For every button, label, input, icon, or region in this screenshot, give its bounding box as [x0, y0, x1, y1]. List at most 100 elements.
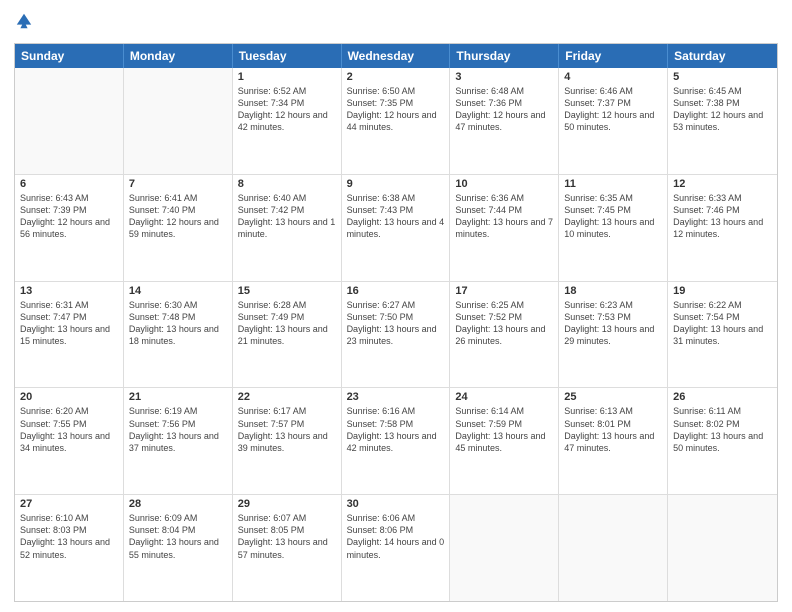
calendar-cell: 26 Sunrise: 6:11 AM Sunset: 8:02 PM Dayli… — [668, 388, 777, 494]
cell-info: Sunrise: 6:40 AM Sunset: 7:42 PM Dayligh… — [238, 192, 336, 241]
cell-info: Sunrise: 6:09 AM Sunset: 8:04 PM Dayligh… — [129, 512, 227, 561]
calendar-row-0: 1Sunrise: 6:52 AM Sunset: 7:34 PM Daylig… — [15, 68, 777, 175]
calendar-cell: 4 Sunrise: 6:46 AM Sunset: 7:37 PM Daylig… — [559, 68, 668, 174]
calendar-row-4: 27 Sunrise: 6:10 AM Sunset: 8:03 PM Dayli… — [15, 495, 777, 601]
cell-info: Sunrise: 6:31 AM Sunset: 7:47 PM Dayligh… — [20, 299, 118, 348]
calendar-cell: 9 Sunrise: 6:38 AM Sunset: 7:43 PM Daylig… — [342, 175, 451, 281]
cell-info: Sunrise: 6:13 AM Sunset: 8:01 PM Dayligh… — [564, 405, 662, 454]
calendar-row-1: 6 Sunrise: 6:43 AM Sunset: 7:39 PM Daylig… — [15, 175, 777, 282]
cell-info: Sunrise: 6:33 AM Sunset: 7:46 PM Dayligh… — [673, 192, 772, 241]
cell-info: Sunrise: 6:25 AM Sunset: 7:52 PM Dayligh… — [455, 299, 553, 348]
day-number: 8 — [238, 178, 336, 190]
day-number: 5 — [673, 71, 772, 83]
calendar-cell: 6 Sunrise: 6:43 AM Sunset: 7:39 PM Daylig… — [15, 175, 124, 281]
calendar-cell: 5 Sunrise: 6:45 AM Sunset: 7:38 PM Daylig… — [668, 68, 777, 174]
calendar-cell: 23 Sunrise: 6:16 AM Sunset: 7:58 PM Dayli… — [342, 388, 451, 494]
cell-info: Sunrise: 6:07 AM Sunset: 8:05 PM Dayligh… — [238, 512, 336, 561]
day-number: 23 — [347, 391, 445, 403]
cell-info: Sunrise: 6:16 AM Sunset: 7:58 PM Dayligh… — [347, 405, 445, 454]
day-number: 29 — [238, 498, 336, 510]
cell-info: Sunrise: 6:27 AM Sunset: 7:50 PM Dayligh… — [347, 299, 445, 348]
calendar-cell: 17 Sunrise: 6:25 AM Sunset: 7:52 PM Dayli… — [450, 282, 559, 388]
calendar-cell: 11 Sunrise: 6:35 AM Sunset: 7:45 PM Dayli… — [559, 175, 668, 281]
day-number: 27 — [20, 498, 118, 510]
day-number: 3 — [455, 71, 553, 83]
calendar-cell: 16Sunrise: 6:27 AM Sunset: 7:50 PM Dayli… — [342, 282, 451, 388]
cell-info: Sunrise: 6:46 AM Sunset: 7:37 PM Dayligh… — [564, 85, 662, 134]
day-number: 4 — [564, 71, 662, 83]
day-number: 26 — [673, 391, 772, 403]
day-number: 28 — [129, 498, 227, 510]
cell-info: Sunrise: 6:10 AM Sunset: 8:03 PM Dayligh… — [20, 512, 118, 561]
day-number: 21 — [129, 391, 227, 403]
cell-info: Sunrise: 6:17 AM Sunset: 7:57 PM Dayligh… — [238, 405, 336, 454]
cell-info: Sunrise: 6:28 AM Sunset: 7:49 PM Dayligh… — [238, 299, 336, 348]
calendar-cell: 24 Sunrise: 6:14 AM Sunset: 7:59 PM Dayli… — [450, 388, 559, 494]
header-cell-friday: Friday — [559, 44, 668, 68]
cell-info: Sunrise: 6:50 AM Sunset: 7:35 PM Dayligh… — [347, 85, 445, 134]
calendar-cell: 30 Sunrise: 6:06 AM Sunset: 8:06 PM Dayli… — [342, 495, 451, 601]
day-number: 2 — [347, 71, 445, 83]
calendar-cell — [668, 495, 777, 601]
header-cell-wednesday: Wednesday — [342, 44, 451, 68]
header-cell-sunday: Sunday — [15, 44, 124, 68]
cell-info: Sunrise: 6:23 AM Sunset: 7:53 PM Dayligh… — [564, 299, 662, 348]
calendar-cell: 13 Sunrise: 6:31 AM Sunset: 7:47 PM Dayli… — [15, 282, 124, 388]
calendar-cell: 25 Sunrise: 6:13 AM Sunset: 8:01 PM Dayli… — [559, 388, 668, 494]
day-number: 17 — [455, 285, 553, 297]
header-cell-thursday: Thursday — [450, 44, 559, 68]
cell-info: Sunrise: 6:35 AM Sunset: 7:45 PM Dayligh… — [564, 192, 662, 241]
cell-info: Sunrise: 6:48 AM Sunset: 7:36 PM Dayligh… — [455, 85, 553, 134]
header-cell-monday: Monday — [124, 44, 233, 68]
day-number: 15 — [238, 285, 336, 297]
calendar-row-2: 13 Sunrise: 6:31 AM Sunset: 7:47 PM Dayli… — [15, 282, 777, 389]
logo — [14, 12, 33, 35]
calendar-cell — [559, 495, 668, 601]
cell-info: Sunrise: 6:14 AM Sunset: 7:59 PM Dayligh… — [455, 405, 553, 454]
day-number: 14 — [129, 285, 227, 297]
calendar-cell: 21 Sunrise: 6:19 AM Sunset: 7:56 PM Dayli… — [124, 388, 233, 494]
calendar-cell: 7 Sunrise: 6:41 AM Sunset: 7:40 PM Daylig… — [124, 175, 233, 281]
cell-info: Sunrise: 6:06 AM Sunset: 8:06 PM Dayligh… — [347, 512, 445, 561]
cell-info: Sunrise: 6:30 AM Sunset: 7:48 PM Dayligh… — [129, 299, 227, 348]
day-number: 11 — [564, 178, 662, 190]
day-number: 22 — [238, 391, 336, 403]
cell-info: Sunrise: 6:45 AM Sunset: 7:38 PM Dayligh… — [673, 85, 772, 134]
cell-info: Sunrise: 6:38 AM Sunset: 7:43 PM Dayligh… — [347, 192, 445, 241]
day-number: 25 — [564, 391, 662, 403]
day-number: 19 — [673, 285, 772, 297]
day-number: 9 — [347, 178, 445, 190]
cell-info: Sunrise: 6:41 AM Sunset: 7:40 PM Dayligh… — [129, 192, 227, 241]
cell-info: Sunrise: 6:20 AM Sunset: 7:55 PM Dayligh… — [20, 405, 118, 454]
day-number: 6 — [20, 178, 118, 190]
cell-info: Sunrise: 6:22 AM Sunset: 7:54 PM Dayligh… — [673, 299, 772, 348]
header — [14, 12, 778, 35]
calendar-cell: 20 Sunrise: 6:20 AM Sunset: 7:55 PM Dayli… — [15, 388, 124, 494]
calendar-cell: 29 Sunrise: 6:07 AM Sunset: 8:05 PM Dayli… — [233, 495, 342, 601]
calendar-cell — [15, 68, 124, 174]
calendar-cell: 15 Sunrise: 6:28 AM Sunset: 7:49 PM Dayli… — [233, 282, 342, 388]
cell-info: Sunrise: 6:11 AM Sunset: 8:02 PM Dayligh… — [673, 405, 772, 454]
header-cell-saturday: Saturday — [668, 44, 777, 68]
calendar-cell: 28 Sunrise: 6:09 AM Sunset: 8:04 PM Dayli… — [124, 495, 233, 601]
cell-info: Sunrise: 6:43 AM Sunset: 7:39 PM Dayligh… — [20, 192, 118, 241]
calendar-cell — [450, 495, 559, 601]
cell-info: Sunrise: 6:19 AM Sunset: 7:56 PM Dayligh… — [129, 405, 227, 454]
day-number: 7 — [129, 178, 227, 190]
day-number: 30 — [347, 498, 445, 510]
calendar-cell: 3 Sunrise: 6:48 AM Sunset: 7:36 PM Daylig… — [450, 68, 559, 174]
day-number: 24 — [455, 391, 553, 403]
calendar-cell: 22 Sunrise: 6:17 AM Sunset: 7:57 PM Dayli… — [233, 388, 342, 494]
calendar-cell: 14 Sunrise: 6:30 AM Sunset: 7:48 PM Dayli… — [124, 282, 233, 388]
day-number: 18 — [564, 285, 662, 297]
day-number: 20 — [20, 391, 118, 403]
calendar-header: SundayMondayTuesdayWednesdayThursdayFrid… — [15, 44, 777, 68]
calendar-cell: 8 Sunrise: 6:40 AM Sunset: 7:42 PM Daylig… — [233, 175, 342, 281]
day-number: 1 — [238, 71, 336, 83]
calendar-row-3: 20 Sunrise: 6:20 AM Sunset: 7:55 PM Dayli… — [15, 388, 777, 495]
calendar-cell — [124, 68, 233, 174]
day-number: 13 — [20, 285, 118, 297]
calendar: SundayMondayTuesdayWednesdayThursdayFrid… — [14, 43, 778, 602]
day-number: 10 — [455, 178, 553, 190]
calendar-cell: 12Sunrise: 6:33 AM Sunset: 7:46 PM Dayli… — [668, 175, 777, 281]
